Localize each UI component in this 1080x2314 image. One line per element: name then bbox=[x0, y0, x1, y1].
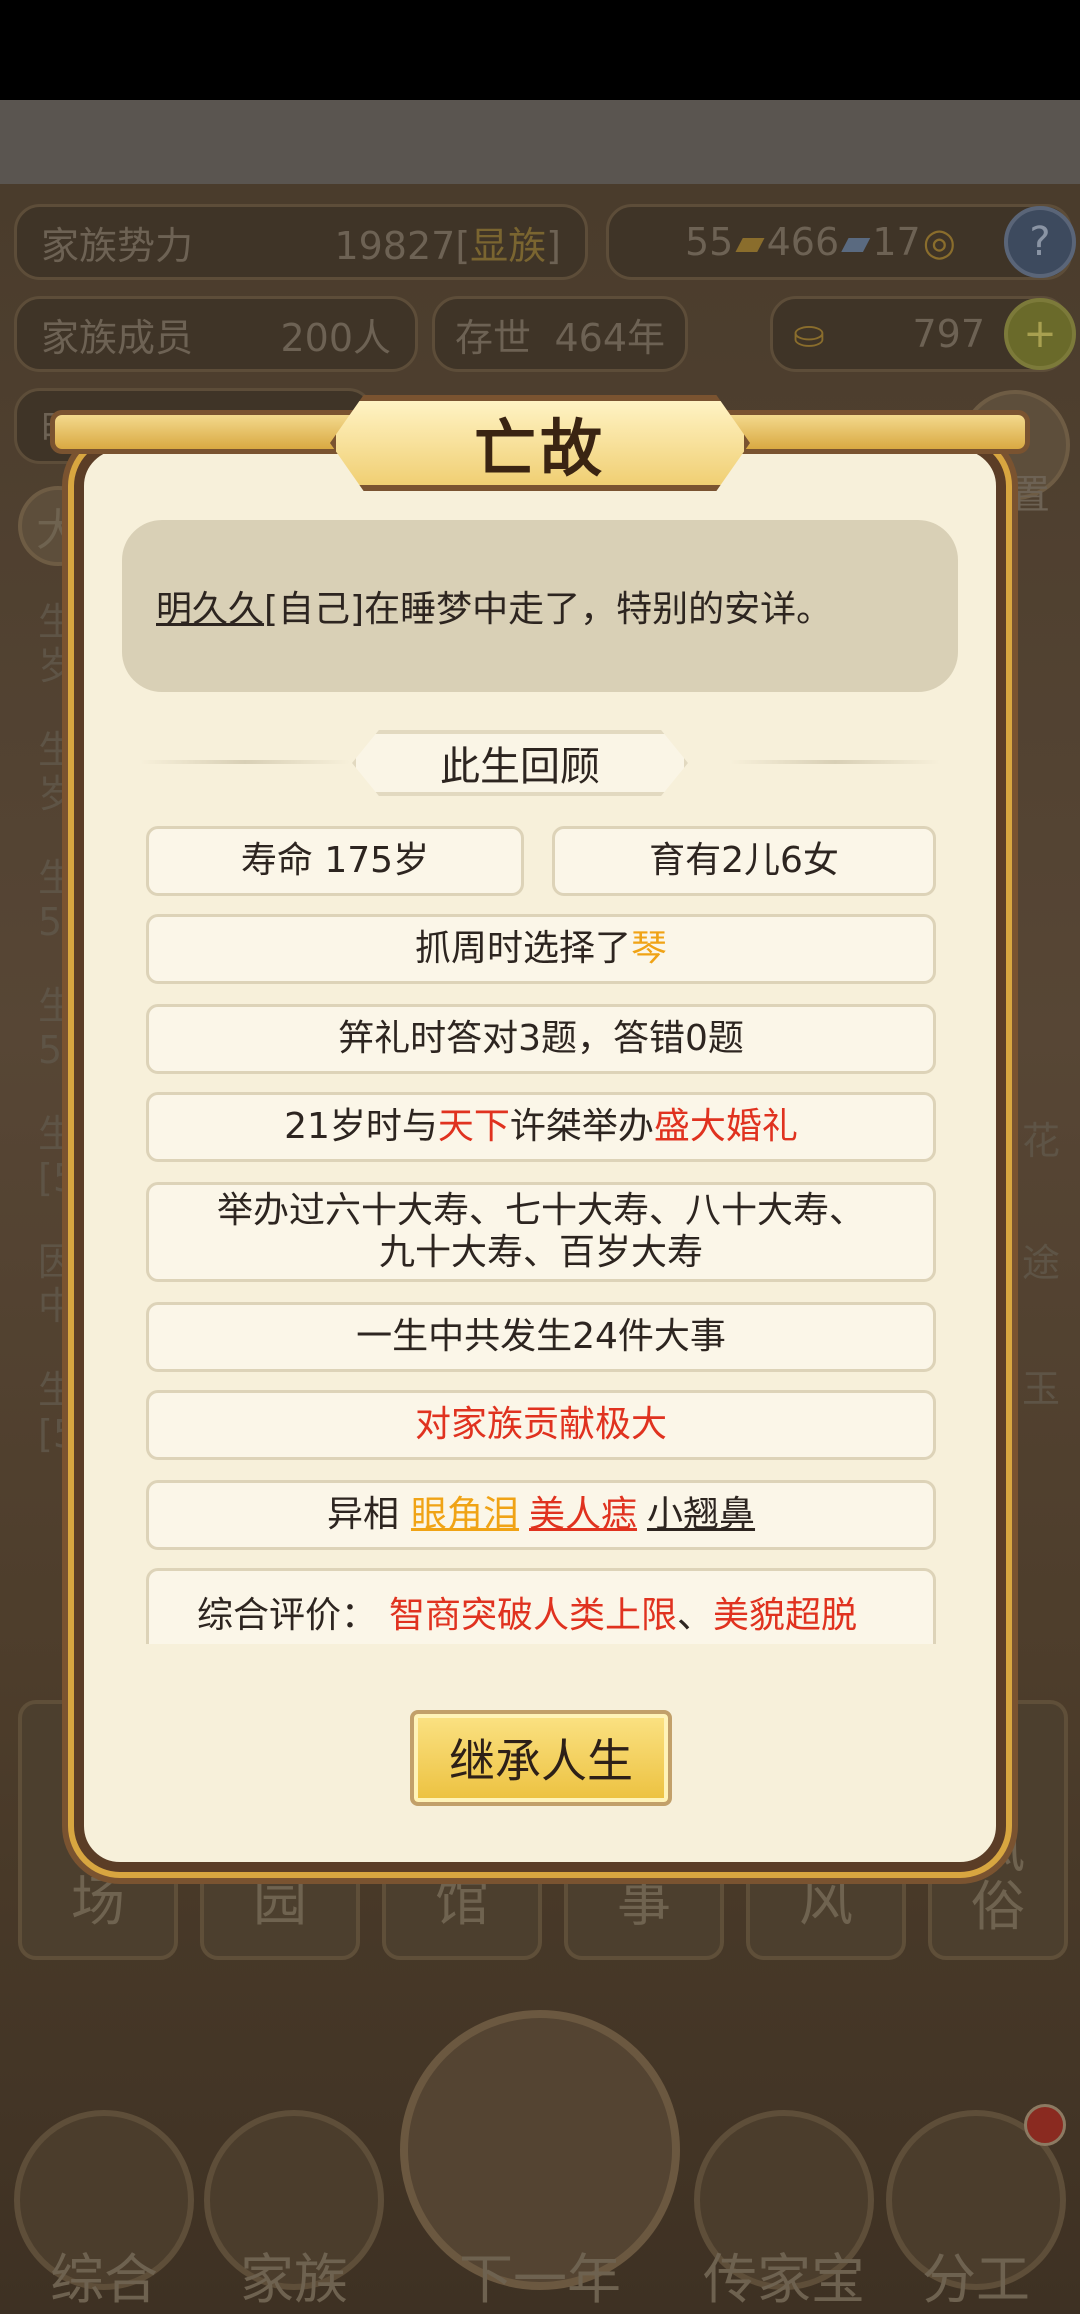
silver-bar-icon: ▰ bbox=[841, 220, 871, 264]
lifespan-card: 寿命 175岁 bbox=[146, 826, 524, 896]
nav-label: 传家宝 bbox=[703, 2248, 865, 2311]
evaluation-item: 美貌超脱 bbox=[713, 1595, 858, 1636]
wedding-type: 盛大婚礼 bbox=[653, 1106, 798, 1147]
add-ingot-icon[interactable]: + bbox=[1004, 298, 1076, 370]
birthdays-line-1: 举办过六十大寿、七十大寿、八十大寿、 bbox=[216, 1190, 865, 1231]
members-label: 家族成员 bbox=[41, 315, 194, 360]
settings-label-partial: 置 bbox=[1010, 472, 1050, 518]
list-item-right: 花 bbox=[1021, 1119, 1060, 1163]
nav-label: 家族 bbox=[240, 2248, 348, 2311]
clan-power-pill[interactable]: 家族势力 19827[显族] bbox=[14, 204, 588, 280]
list-item: 生 岁 bbox=[38, 600, 77, 688]
gold-bar-count: 55 bbox=[685, 220, 734, 264]
children-text: 育有2儿6女 bbox=[649, 840, 839, 881]
trait-link[interactable]: 小翘鼻 bbox=[647, 1494, 755, 1536]
dialog-title-plaque: 亡故 bbox=[330, 395, 750, 491]
section-title-text: 此生回顾 bbox=[440, 744, 600, 790]
list-item: 生 [5 bbox=[38, 1368, 78, 1456]
birthdays-card: 举办过六十大寿、七十大寿、八十大寿、 九十大寿、百岁大寿 bbox=[146, 1182, 936, 1282]
contribution-text: 对家族贡献极大 bbox=[414, 1404, 667, 1445]
deceased-name-link[interactable]: 明久久 bbox=[156, 580, 264, 632]
events-card: 一生中共发生24件大事 bbox=[146, 1302, 936, 1372]
inherit-life-label: 继承人生 bbox=[449, 1734, 633, 1788]
birthdays-line-2: 九十大寿、百岁大寿 bbox=[378, 1232, 703, 1273]
notification-dot bbox=[1024, 2104, 1066, 2146]
silver-bar-count: 466 bbox=[766, 220, 840, 264]
inherit-life-button[interactable]: 继承人生 bbox=[410, 1710, 672, 1806]
existence-label: 存世 bbox=[455, 315, 532, 360]
section-title: 此生回顾 bbox=[352, 730, 688, 796]
children-card: 育有2儿6女 bbox=[552, 826, 936, 896]
zhuazhou-item: 琴 bbox=[631, 928, 668, 969]
trait-link[interactable]: 美人痣 bbox=[529, 1494, 637, 1536]
lifespan-text: 寿命 175岁 bbox=[240, 840, 430, 881]
members-pill[interactable]: 家族成员 200人 bbox=[14, 296, 418, 372]
ingot-icon: ⛀ bbox=[793, 312, 825, 356]
wedding-mid: 许桀举办 bbox=[509, 1106, 654, 1147]
list-item: 生 [5 bbox=[38, 1112, 78, 1200]
jili-card: 笄礼时答对3题，答错0题 bbox=[146, 1004, 936, 1074]
status-bar bbox=[0, 0, 1080, 100]
wedding-place: 天下 bbox=[437, 1106, 510, 1147]
existence-pill: 存世 464年 bbox=[432, 296, 688, 372]
jili-text: 笄礼时答对3题，答错0题 bbox=[338, 1018, 744, 1059]
death-message: 明久久 [自己] 在睡梦中走了，特别的安详。 bbox=[122, 520, 958, 692]
trait-link[interactable]: 眼角泪 bbox=[411, 1494, 519, 1536]
divider-right bbox=[730, 760, 940, 764]
contribution-card: 对家族贡献极大 bbox=[146, 1390, 936, 1460]
wedding-card: 21岁时与 天下 许桀举办 盛大婚礼 bbox=[146, 1092, 936, 1162]
evaluation-label: 综合评价： bbox=[197, 1595, 378, 1636]
clan-power-value: 19827[显族] bbox=[334, 223, 561, 268]
members-value: 200人 bbox=[280, 315, 391, 360]
coin-count: 17 bbox=[872, 220, 921, 264]
events-text: 一生中共发生24件大事 bbox=[356, 1316, 726, 1357]
dialog-title: 亡故 bbox=[473, 412, 606, 485]
nav-label: 综合 bbox=[50, 2248, 158, 2311]
traits-label: 异相 bbox=[326, 1494, 399, 1535]
evaluation-separator: 、 bbox=[677, 1595, 714, 1636]
self-tag: [自己] bbox=[264, 589, 365, 630]
existence-value: 464年 bbox=[554, 315, 665, 360]
gold-bar-icon: ▰ bbox=[735, 220, 765, 264]
clan-rank: 显族 bbox=[470, 223, 547, 268]
top-strip bbox=[0, 100, 1080, 184]
evaluation-card: 综合评价： 智商突破人类上限、美貌超脱 bbox=[146, 1568, 936, 1644]
list-item-right: 途 bbox=[1021, 1241, 1060, 1285]
nav-label: 分工 bbox=[922, 2248, 1030, 2311]
ingot-value: 797 bbox=[912, 312, 985, 356]
help-icon[interactable]: ? bbox=[1004, 206, 1076, 278]
resources-pill[interactable]: 55 ▰ 466 ▰ 17 ◎ bbox=[606, 204, 1072, 280]
nav-label: 下一年 bbox=[459, 2248, 621, 2311]
list-item: 因 中 bbox=[38, 1240, 77, 1328]
traits-card: 异相 眼角泪 美人痣 小翘鼻 bbox=[146, 1480, 936, 1550]
zhuazhou-card: 抓周时选择了琴 bbox=[146, 914, 936, 984]
clan-power-label: 家族势力 bbox=[41, 223, 194, 268]
wedding-prefix: 21岁时与 bbox=[284, 1106, 438, 1147]
list-item-right: 玉 bbox=[1021, 1367, 1060, 1411]
evaluation-item: 智商突破人类上限 bbox=[389, 1595, 678, 1636]
evaluation-card-clip: 综合评价： 智商突破人类上限、美貌超脱 bbox=[146, 1568, 936, 1644]
zhuazhou-text: 抓周时选择了 bbox=[414, 928, 631, 969]
list-item: 生 岁 bbox=[38, 728, 77, 816]
death-text: 在睡梦中走了，特别的安详。 bbox=[364, 589, 833, 630]
coin-icon: ◎ bbox=[922, 220, 956, 264]
divider-left bbox=[140, 760, 350, 764]
